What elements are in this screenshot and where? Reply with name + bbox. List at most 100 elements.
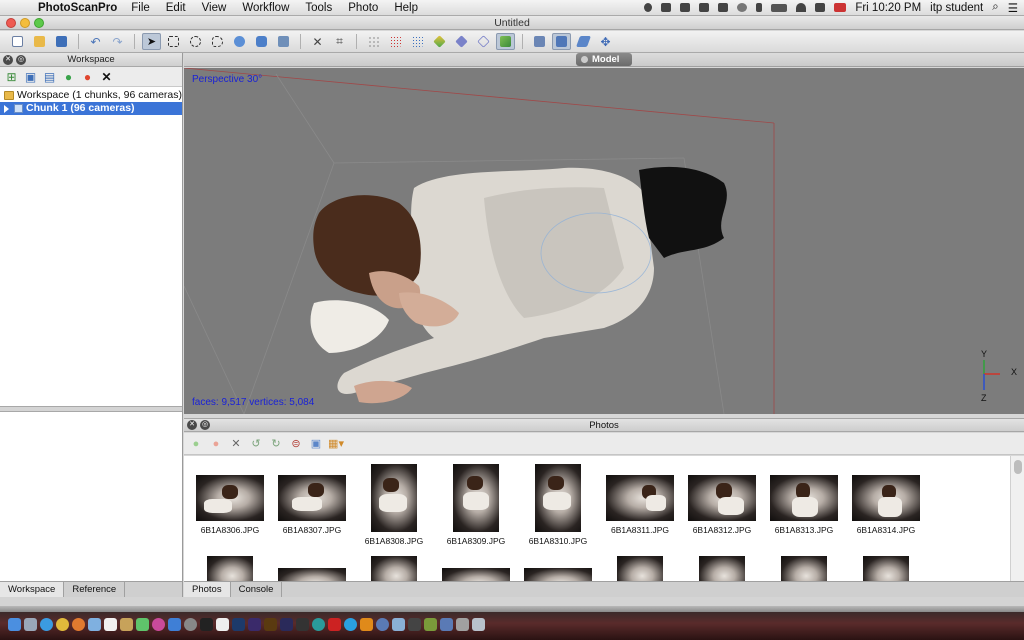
documents-stack-icon[interactable]	[456, 618, 469, 631]
downloads-stack-icon[interactable]	[440, 618, 453, 631]
after-effects-icon[interactable]	[248, 618, 261, 631]
close-window-button[interactable]	[6, 18, 16, 28]
photo-thumbnail[interactable]: 6B1A8313.JPG	[763, 475, 845, 535]
float-panel-icon[interactable]: ◎	[200, 420, 210, 430]
photo-thumbnail[interactable]	[271, 568, 353, 581]
tab-photos[interactable]: Photos	[184, 582, 231, 597]
add-folder-button[interactable]: ▤	[42, 69, 57, 84]
firefox-icon[interactable]	[72, 618, 85, 631]
menu-workflow[interactable]: Workflow	[242, 2, 289, 14]
tab-model[interactable]: Model	[576, 53, 632, 66]
app-store-icon[interactable]	[168, 618, 181, 631]
photo-thumbnail[interactable]: 6B1A8309.JPG	[435, 464, 517, 546]
vlc-icon[interactable]	[360, 618, 373, 631]
preview-icon[interactable]	[392, 618, 405, 631]
notification-center-icon[interactable]: ☰	[1008, 1, 1018, 15]
save-button[interactable]	[52, 33, 71, 50]
rotate-right-button[interactable]: ↻	[269, 437, 283, 451]
show-region-button[interactable]	[552, 33, 571, 50]
photo-thumbnail[interactable]	[517, 568, 599, 581]
view-mode-button[interactable]: ▦▾	[328, 437, 344, 451]
chrome-icon[interactable]	[56, 618, 69, 631]
disable-cameras-button[interactable]: ●	[80, 69, 95, 84]
move-object-button[interactable]	[252, 33, 271, 50]
app-name-menu[interactable]: PhotoScanPro	[38, 2, 117, 14]
clock-label[interactable]: Fri 10:20 PM	[855, 2, 921, 14]
reset-view-button[interactable]: ✥	[596, 33, 615, 50]
photo-thumbnail[interactable]	[599, 556, 681, 581]
menu-help[interactable]: Help	[394, 2, 418, 14]
photo-thumbnail[interactable]	[189, 556, 271, 581]
photo-thumbnail[interactable]: 6B1A8311.JPG	[599, 475, 681, 535]
menu-edit[interactable]: Edit	[166, 2, 186, 14]
expand-triangle-icon[interactable]	[4, 104, 9, 113]
skype-icon[interactable]	[344, 618, 357, 631]
photo-thumbnail[interactable]: 6B1A8310.JPG	[517, 464, 599, 546]
photo-thumbnail[interactable]: 6B1A8312.JPG	[681, 475, 763, 535]
premiere-icon[interactable]	[280, 618, 293, 631]
binoculars-icon[interactable]	[718, 3, 729, 12]
filter-photos-button[interactable]: ⊜	[289, 437, 303, 451]
shaded-model-button[interactable]	[430, 33, 449, 50]
solid-model-button[interactable]	[452, 33, 471, 50]
chunk-item[interactable]: Chunk 1 (96 cameras)	[0, 102, 182, 115]
navigation-tool-button[interactable]: ➤	[142, 33, 161, 50]
free-form-selection-button[interactable]	[208, 33, 227, 50]
arduino-icon[interactable]	[312, 618, 325, 631]
photo-thumbnail[interactable]	[763, 556, 845, 581]
undo-button[interactable]: ↶	[86, 33, 105, 50]
delete-selection-button[interactable]: ✕	[308, 33, 327, 50]
photo-thumbnail[interactable]	[435, 568, 517, 581]
photo-thumbnail[interactable]: 6B1A8306.JPG	[189, 475, 271, 535]
minimize-window-button[interactable]	[20, 18, 30, 28]
model-viewport[interactable]: Perspective 30° faces: 9,517 vertices: 5…	[184, 68, 1024, 414]
photo-thumbnail[interactable]: 6B1A8307.JPG	[271, 475, 353, 535]
rotate-left-button[interactable]: ↺	[249, 437, 263, 451]
photo-thumbnail[interactable]	[353, 556, 435, 581]
menu-file[interactable]: File	[131, 2, 150, 14]
processing-icon[interactable]	[296, 618, 309, 631]
photo-thumbnail[interactable]: 6B1A8314.JPG	[845, 475, 927, 535]
rotate-object-button[interactable]	[230, 33, 249, 50]
wireframe-model-button[interactable]	[474, 33, 493, 50]
illustrator-icon[interactable]	[264, 618, 277, 631]
menu-photo[interactable]: Photo	[348, 2, 378, 14]
menu-view[interactable]: View	[202, 2, 227, 14]
photos-app-icon[interactable]	[120, 618, 133, 631]
activity-monitor-icon[interactable]	[408, 618, 421, 631]
quicktime-icon[interactable]	[376, 618, 389, 631]
float-panel-icon[interactable]: ◎	[16, 55, 26, 65]
photo-thumbnail[interactable]	[681, 556, 763, 581]
reset-filter-button[interactable]: ▣	[309, 437, 323, 451]
open-button[interactable]	[30, 33, 49, 50]
menu-tools[interactable]: Tools	[305, 2, 332, 14]
enable-cameras-button[interactable]: ●	[61, 69, 76, 84]
zoom-window-button[interactable]	[34, 18, 44, 28]
spotlight-search-icon[interactable]: ⌕	[992, 1, 998, 14]
calendar-icon[interactable]	[104, 618, 117, 631]
show-cameras-button[interactable]	[530, 33, 549, 50]
rectangle-selection-button[interactable]	[164, 33, 183, 50]
airplay-icon[interactable]	[699, 3, 710, 12]
close-panel-icon[interactable]: ✕	[3, 55, 13, 65]
show-mesh-wireframe-button[interactable]	[408, 33, 427, 50]
launchpad-icon[interactable]	[24, 618, 37, 631]
crop-selection-button[interactable]: ⌗	[330, 33, 349, 50]
safari-icon[interactable]	[40, 618, 53, 631]
remove-photos-button[interactable]: ✕	[229, 437, 243, 451]
volume-icon[interactable]	[815, 3, 826, 12]
show-dense-cloud-button[interactable]	[386, 33, 405, 50]
battery-status-icon[interactable]	[661, 3, 672, 12]
flag-icon[interactable]	[834, 3, 847, 12]
scrollbar-thumb[interactable]	[1014, 460, 1022, 474]
time-machine-icon[interactable]	[737, 3, 748, 12]
add-chunk-button[interactable]: ⊞	[4, 69, 19, 84]
messages-icon[interactable]	[136, 618, 149, 631]
enable-photos-button[interactable]: ●	[189, 437, 203, 451]
terminal-icon[interactable]	[200, 618, 213, 631]
panel-splitter[interactable]	[0, 406, 182, 412]
wifi-icon[interactable]	[796, 3, 807, 12]
photos-scrollbar[interactable]	[1010, 456, 1024, 581]
show-points-button[interactable]	[364, 33, 383, 50]
photo-thumbnail[interactable]	[845, 556, 927, 581]
